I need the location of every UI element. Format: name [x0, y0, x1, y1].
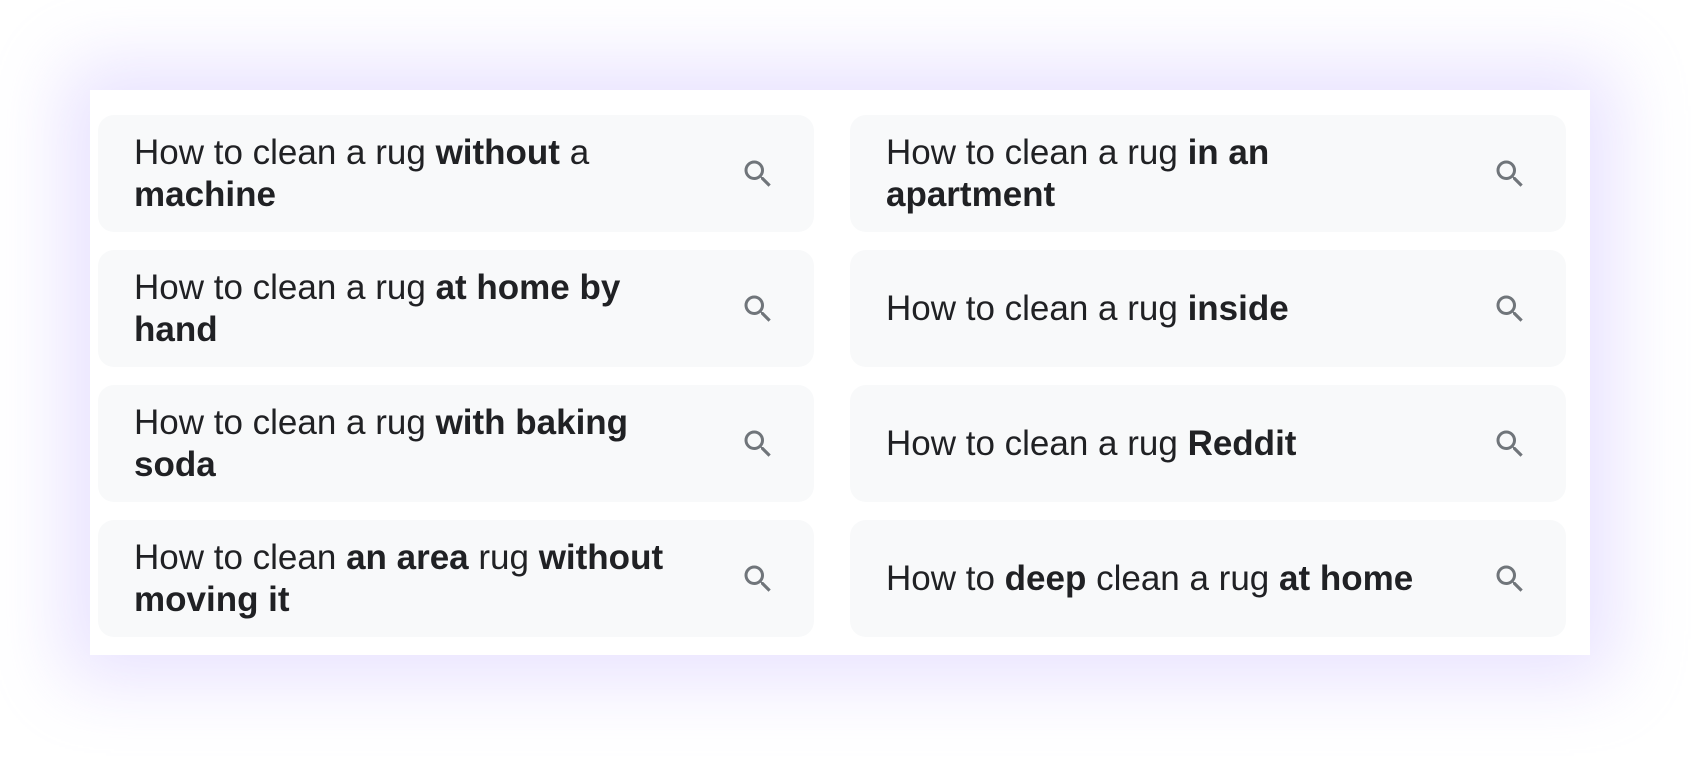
search-icon — [744, 430, 771, 457]
related-search-text: How to clean a rug Reddit — [886, 423, 1297, 463]
related-search-card[interactable]: How to clean an area rug without moving … — [98, 520, 814, 637]
related-search-card[interactable]: How to clean a rug without a machine — [98, 115, 814, 232]
search-icon — [744, 160, 771, 187]
related-search-card[interactable]: How to deep clean a rug at home — [850, 520, 1566, 637]
search-icon — [1496, 430, 1523, 457]
related-search-card[interactable]: How to clean a rug at home by hand — [98, 250, 814, 367]
search-icon — [1496, 295, 1523, 322]
related-search-card[interactable]: How to clean a rug Reddit — [850, 385, 1566, 502]
search-icon — [1496, 160, 1523, 187]
search-icon — [744, 565, 771, 592]
related-search-card[interactable]: How to clean a rug with baking soda — [98, 385, 814, 502]
related-search-text: How to deep clean a rug at home — [886, 558, 1414, 598]
search-icon — [1496, 565, 1523, 592]
related-search-text: How to clean a rug inside — [886, 288, 1289, 328]
related-search-card[interactable]: How to clean a rug in an apartment — [850, 115, 1566, 232]
related-search-text: How to clean a rug in an apartment — [886, 132, 1270, 214]
related-search-text: How to clean a rug with baking soda — [134, 402, 629, 484]
related-search-text: How to clean a rug without a machine — [134, 132, 590, 214]
search-icon — [744, 295, 771, 322]
related-searches-panel: How to clean a rug without a machine How… — [90, 90, 1590, 655]
related-search-text: How to clean an area rug without moving … — [134, 537, 664, 619]
related-search-card[interactable]: How to clean a rug inside — [850, 250, 1566, 367]
related-search-text: How to clean a rug at home by hand — [134, 267, 621, 349]
